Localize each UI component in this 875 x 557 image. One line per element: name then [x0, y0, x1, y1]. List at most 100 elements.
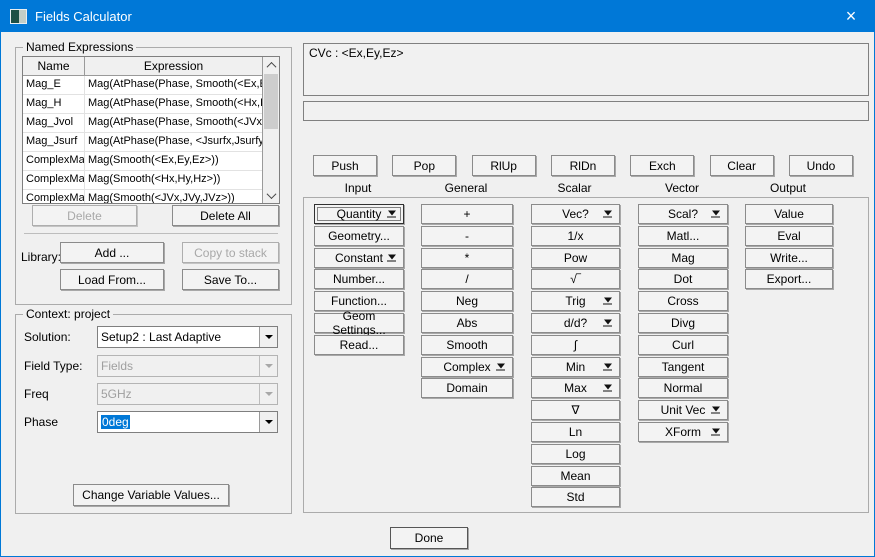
- expression-value-cell: Mag(AtPhase(Phase, Smooth(<Hx,H...: [85, 95, 262, 113]
- undo-button[interactable]: Undo: [789, 155, 853, 176]
- rlup-button[interactable]: RlUp: [472, 155, 536, 176]
- expression-name-cell: Mag_E: [23, 76, 85, 94]
- pop-button[interactable]: Pop: [392, 155, 456, 176]
- calc-button-xform[interactable]: XForm: [638, 422, 728, 442]
- keypad-column-output: Value Eval Write... Export...: [745, 204, 833, 289]
- scroll-down-icon[interactable]: [263, 187, 279, 203]
- calc-button-quantity[interactable]: Quantity: [314, 204, 404, 224]
- stack-display[interactable]: CVc : <Ex,Ey,Ez>: [303, 43, 869, 96]
- calc-button-tangent[interactable]: Tangent: [638, 357, 728, 377]
- table-row[interactable]: Mag_JvolMag(AtPhase(Phase, Smooth(<JVx,J…: [23, 114, 262, 133]
- keypad-column-general: +-*/NegAbsSmoothComplexDomain: [421, 204, 513, 398]
- calc-button-vec[interactable]: Vec?: [531, 204, 620, 224]
- calc-button-mean[interactable]: Mean: [531, 466, 620, 486]
- table-header: Name Expression: [23, 57, 262, 76]
- calc-button-divg[interactable]: Divg: [638, 313, 728, 333]
- calc-button-unit-vec[interactable]: Unit Vec: [638, 400, 728, 420]
- calc-button-subtract[interactable]: -: [421, 226, 513, 246]
- calc-button-number[interactable]: Number...: [314, 269, 404, 289]
- calc-button-geom-settings[interactable]: Geom Settings...: [314, 313, 404, 333]
- calc-button-smooth[interactable]: Smooth: [421, 335, 513, 355]
- calc-button-domain[interactable]: Domain: [421, 378, 513, 398]
- table-row[interactable]: Mag_HMag(AtPhase(Phase, Smooth(<Hx,H...: [23, 95, 262, 114]
- button-label: Value: [774, 207, 804, 221]
- clear-button[interactable]: Clear: [710, 155, 774, 176]
- scroll-up-icon[interactable]: [263, 57, 279, 73]
- copy-to-stack-button[interactable]: Copy to stack: [182, 242, 279, 263]
- save-to-button[interactable]: Save To...: [182, 269, 279, 290]
- delete-all-button[interactable]: Delete All: [172, 205, 279, 226]
- calc-button-export[interactable]: Export...: [745, 269, 833, 289]
- expression-name-cell: Mag_Jvol: [23, 114, 85, 132]
- button-label: Dot: [674, 272, 693, 286]
- calc-button-geometry[interactable]: Geometry...: [314, 226, 404, 246]
- change-variable-values-button[interactable]: Change Variable Values...: [73, 484, 229, 506]
- calc-button-curl[interactable]: Curl: [638, 335, 728, 355]
- phase-combobox[interactable]: 0deg: [97, 411, 278, 433]
- calc-button-complex[interactable]: Complex: [421, 357, 513, 377]
- calc-button-constant[interactable]: Constant: [314, 248, 404, 268]
- done-button[interactable]: Done: [390, 527, 468, 549]
- load-from-button[interactable]: Load From...: [60, 269, 164, 290]
- calc-button-read[interactable]: Read...: [314, 335, 404, 355]
- menu-arrow-icon: [711, 428, 720, 435]
- exch-button[interactable]: Exch: [630, 155, 694, 176]
- calc-button-std[interactable]: Std: [531, 487, 620, 507]
- keypad-column-header-output: Output: [744, 181, 832, 195]
- calc-button-sqrt[interactable]: √‾: [531, 269, 620, 289]
- calc-button-add[interactable]: +: [421, 204, 513, 224]
- stack-edit-line[interactable]: [303, 101, 869, 121]
- stack-button-row: Push Pop RlUp RlDn Exch Clear Undo: [313, 155, 853, 176]
- calc-button-max[interactable]: Max: [531, 378, 620, 398]
- calc-button-write[interactable]: Write...: [745, 248, 833, 268]
- calc-button-log[interactable]: Log: [531, 444, 620, 464]
- calc-button-normal[interactable]: Normal: [638, 378, 728, 398]
- calc-button-trig[interactable]: Trig: [531, 291, 620, 311]
- button-label: Ln: [569, 425, 582, 439]
- dropdown-arrow-icon[interactable]: [259, 412, 277, 432]
- push-button[interactable]: Push: [313, 155, 377, 176]
- scrollbar-track[interactable]: [263, 73, 279, 187]
- button-label: Write...: [770, 251, 808, 265]
- table-row[interactable]: ComplexMa...Mag(Smooth(<Hx,Hy,Hz>)): [23, 171, 262, 190]
- button-label: Matl...: [667, 229, 700, 243]
- calc-button-mag[interactable]: Mag: [638, 248, 728, 268]
- title-bar[interactable]: Fields Calculator ×: [1, 1, 874, 32]
- button-label: XForm: [665, 425, 701, 439]
- calc-button-pow[interactable]: Pow: [531, 248, 620, 268]
- close-icon[interactable]: ×: [828, 1, 874, 32]
- table-row[interactable]: ComplexMa...Mag(Smooth(<Ex,Ey,Ez>)): [23, 152, 262, 171]
- calc-button-cross[interactable]: Cross: [638, 291, 728, 311]
- add-button[interactable]: Add ...: [60, 242, 164, 263]
- calc-button-dot[interactable]: Dot: [638, 269, 728, 289]
- calc-button-matl[interactable]: Matl...: [638, 226, 728, 246]
- scrollbar-thumb[interactable]: [264, 74, 278, 129]
- delete-button[interactable]: Delete: [32, 205, 137, 226]
- named-expressions-table[interactable]: Name Expression Mag_EMag(AtPhase(Phase, …: [22, 56, 280, 204]
- calc-button-eval[interactable]: Eval: [745, 226, 833, 246]
- calc-button-multiply[interactable]: *: [421, 248, 513, 268]
- dropdown-arrow-icon[interactable]: [259, 327, 277, 347]
- calc-button-divide[interactable]: /: [421, 269, 513, 289]
- table-row[interactable]: Mag_JsurfMag(AtPhase(Phase, <Jsurfx,Jsur…: [23, 133, 262, 152]
- calc-button-d-dx[interactable]: d/d?: [531, 313, 620, 333]
- calc-button-abs[interactable]: Abs: [421, 313, 513, 333]
- rldn-button[interactable]: RlDn: [551, 155, 615, 176]
- calc-button-value[interactable]: Value: [745, 204, 833, 224]
- calc-button-grad[interactable]: ∇: [531, 400, 620, 420]
- calc-button-one-over-x[interactable]: 1/x: [531, 226, 620, 246]
- button-label: √‾: [570, 272, 581, 286]
- solution-combobox[interactable]: Setup2 : Last Adaptive: [97, 326, 278, 348]
- calc-button-scal[interactable]: Scal?: [638, 204, 728, 224]
- button-label: Trig: [565, 294, 585, 308]
- calc-button-neg[interactable]: Neg: [421, 291, 513, 311]
- table-row[interactable]: ComplexMa...Mag(Smooth(<JVx,JVy,JVz>)): [23, 190, 262, 203]
- expression-name-cell: Mag_Jsurf: [23, 133, 85, 151]
- calc-button-min[interactable]: Min: [531, 357, 620, 377]
- table-row[interactable]: Mag_EMag(AtPhase(Phase, Smooth(<Ex,E...: [23, 76, 262, 95]
- calc-button-integral[interactable]: ∫: [531, 335, 620, 355]
- selected-text: 0deg: [101, 415, 130, 429]
- table-scrollbar[interactable]: [262, 57, 279, 203]
- calc-button-ln[interactable]: Ln: [531, 422, 620, 442]
- expression-value-cell: Mag(Smooth(<Hx,Hy,Hz>)): [85, 171, 262, 189]
